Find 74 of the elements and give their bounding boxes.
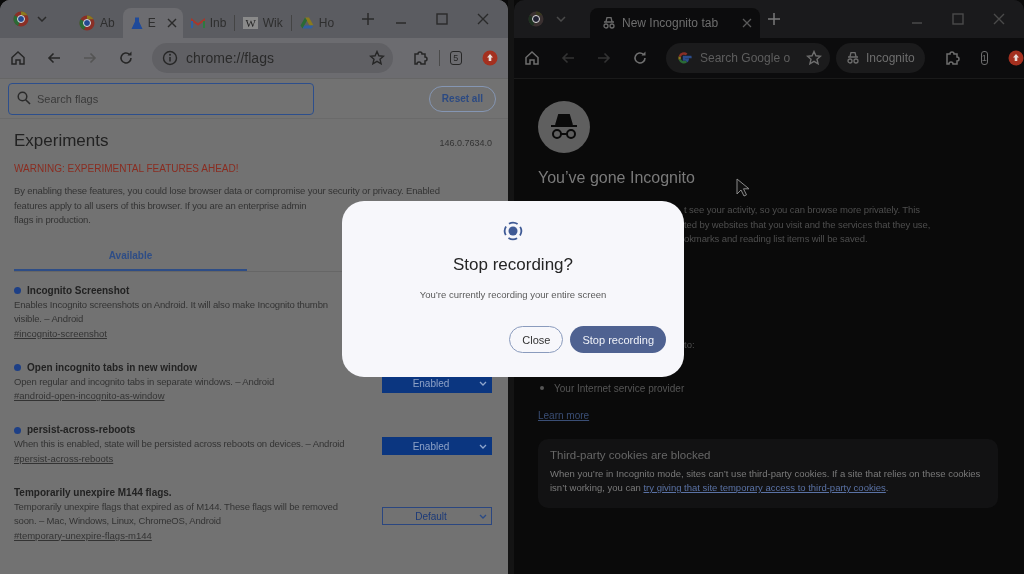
chrome-logo-icon bbox=[79, 15, 95, 31]
address-text: chrome://flags bbox=[186, 50, 275, 66]
tab-count[interactable]: 1 bbox=[980, 51, 988, 65]
dialog-message: You’re currently recording your entire screen bbox=[419, 289, 607, 300]
cursor-icon bbox=[736, 178, 749, 197]
address-field[interactable]: Search Google o bbox=[700, 51, 798, 65]
browser-tab[interactable]: New Incognito tab bbox=[590, 8, 760, 38]
flag-dropdown[interactable]: Enabled bbox=[382, 437, 492, 456]
address-bar[interactable]: chrome://flags bbox=[152, 43, 393, 73]
flag-name: Incognito Screenshot bbox=[27, 283, 130, 298]
close-icon[interactable] bbox=[742, 18, 752, 28]
browser-tab[interactable]: E bbox=[122, 8, 183, 38]
home-icon[interactable] bbox=[10, 50, 26, 66]
dialog-title: Stop recording? bbox=[453, 255, 573, 275]
record-icon bbox=[503, 221, 523, 241]
flag-link[interactable]: #temporary-unexpire-flags-m144 bbox=[14, 528, 338, 543]
flag-link[interactable]: #persist-across-reboots bbox=[14, 451, 345, 466]
incognito-logo-icon bbox=[538, 101, 590, 153]
google-icon bbox=[676, 50, 692, 66]
flag-name: persist-across-reboots bbox=[27, 423, 136, 437]
favicon-icon: W bbox=[243, 17, 258, 29]
reload-icon[interactable] bbox=[632, 50, 648, 66]
flag-dropdown[interactable]: Default bbox=[382, 507, 492, 525]
warning-text: WARNING: EXPERIMENTAL FEATURES AHEAD! bbox=[14, 163, 240, 174]
info-icon[interactable] bbox=[162, 50, 178, 66]
maximize-icon[interactable] bbox=[952, 13, 964, 25]
flask-icon bbox=[130, 16, 143, 30]
caret-icon[interactable] bbox=[556, 16, 566, 22]
new-tab-icon[interactable] bbox=[362, 13, 375, 25]
caret-icon bbox=[479, 513, 487, 519]
reload-icon[interactable] bbox=[118, 50, 134, 66]
profile-icon[interactable] bbox=[1007, 50, 1024, 66]
star-icon[interactable] bbox=[368, 50, 385, 66]
star-icon[interactable] bbox=[806, 50, 822, 66]
intro-text: okmarks and reading list items will be saved. bbox=[684, 232, 869, 246]
new-tab-icon[interactable] bbox=[768, 13, 780, 25]
flag-name: Open incognito tabs in new window bbox=[27, 360, 197, 375]
caret-icon bbox=[479, 443, 487, 449]
flag-link[interactable]: #android-open-incognito-as-window bbox=[14, 389, 275, 403]
drive-icon bbox=[299, 17, 314, 29]
search-icon bbox=[17, 90, 31, 105]
flags-tab[interactable]: Available bbox=[14, 249, 247, 271]
learn-more-link[interactable]: Learn more bbox=[538, 409, 590, 421]
version-text: 146.0.7634.0 bbox=[439, 138, 492, 148]
chrome-logo-icon bbox=[13, 11, 29, 27]
tab-count[interactable]: 5 bbox=[449, 51, 462, 65]
extensions-icon[interactable] bbox=[412, 50, 429, 66]
page-heading: You’ve gone Incognito bbox=[538, 169, 696, 187]
cookies-link[interactable]: try giving that site temporary access to third-party cookies bbox=[643, 482, 886, 493]
bullet-icon bbox=[540, 386, 544, 390]
flag-name: Temporarily unexpire M144 flags. bbox=[14, 485, 172, 500]
page-heading: Experiments bbox=[14, 131, 109, 151]
back-icon[interactable] bbox=[46, 50, 62, 66]
flag-link[interactable]: #incognito-screenshot bbox=[14, 326, 328, 341]
stop-recording-button[interactable]: Stop recording bbox=[570, 326, 666, 353]
close-icon[interactable] bbox=[993, 13, 1005, 25]
mail-icon bbox=[190, 17, 205, 29]
close-icon[interactable] bbox=[166, 18, 177, 28]
close-icon[interactable] bbox=[477, 13, 489, 25]
caret-icon bbox=[479, 381, 487, 387]
chrome-logo-icon bbox=[528, 11, 544, 27]
intro-text: ted by websites that you visit and the services that they use, bbox=[684, 217, 932, 232]
maximize-icon[interactable] bbox=[436, 13, 448, 25]
incognito-icon bbox=[846, 52, 860, 64]
caret-icon[interactable] bbox=[37, 16, 47, 22]
home-icon[interactable] bbox=[524, 50, 540, 66]
incognito-icon bbox=[602, 17, 616, 29]
intro-text: to: bbox=[684, 338, 696, 350]
address-bar[interactable]: Search Google o bbox=[666, 43, 830, 73]
extensions-icon[interactable] bbox=[944, 50, 961, 66]
list-item: Your Internet service provider bbox=[554, 381, 685, 395]
card-text: When you’re in Incognito mode, sites can’t use third-party cookies. If a site that relies on these cookies isn’t working, you can try giving that site temporary access to third-party cookies. bbox=[550, 466, 982, 495]
card-title: Third-party cookies are blocked bbox=[550, 448, 712, 461]
incognito-chip[interactable]: Incognito bbox=[836, 43, 925, 73]
